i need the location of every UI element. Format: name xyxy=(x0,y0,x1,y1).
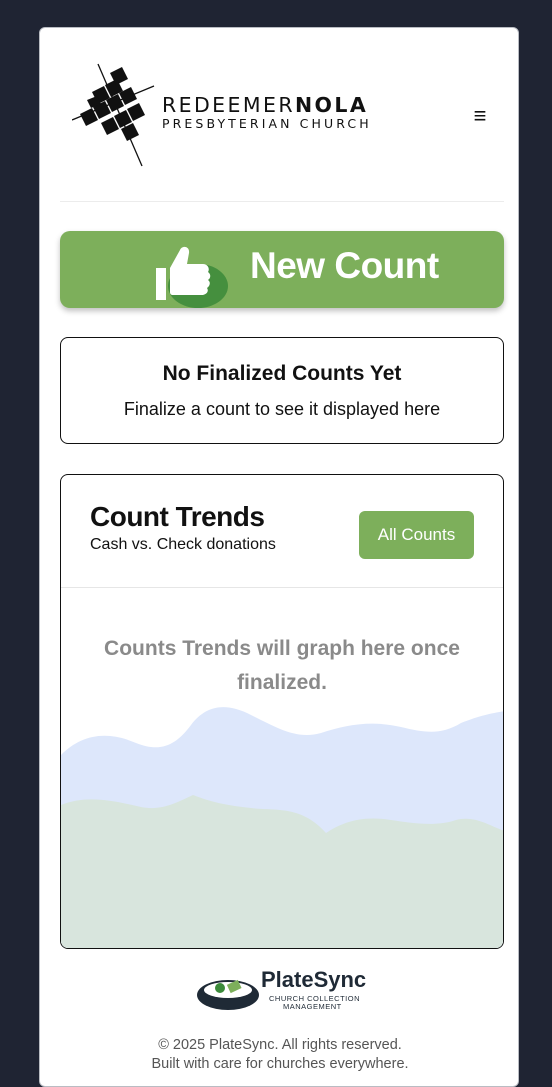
new-count-label: New Count xyxy=(250,245,439,286)
brand-name-bold: NOLA xyxy=(294,93,369,117)
platesync-logo-icon: PlateSync CHURCH COLLECTION MANAGEMENT xyxy=(197,967,366,1011)
trends-subtitle: Cash vs. Check donations xyxy=(90,536,276,553)
brand-name-light: REDEEMER xyxy=(162,93,295,117)
platesync-brand-name: PlateSync xyxy=(261,967,366,992)
new-count-button[interactable]: New Count xyxy=(60,231,504,308)
thumbs-up-icon xyxy=(156,246,228,308)
trends-title: Count Trends xyxy=(90,501,265,532)
platesync-tagline-2: MANAGEMENT xyxy=(283,1002,342,1011)
main-card: REDEEMERNOLA PRESBYTERIAN CHURCH ≡ New C… xyxy=(39,27,519,1087)
copyright-text: © 2025 PlateSync. All rights reserved. xyxy=(158,1037,402,1053)
header-divider xyxy=(60,201,504,202)
trend-wave-illustration xyxy=(61,707,503,948)
count-trends-panel: Count Trends Cash vs. Check donations Al… xyxy=(60,474,504,949)
empty-state-subtitle: Finalize a count to see it displayed her… xyxy=(123,399,441,419)
brand-text: REDEEMERNOLA PRESBYTERIAN CHURCH xyxy=(162,94,372,132)
trends-divider xyxy=(61,587,503,588)
empty-state-box: No Finalized Counts Yet Finalize a count… xyxy=(60,337,504,444)
header: REDEEMERNOLA PRESBYTERIAN CHURCH ≡ xyxy=(40,28,520,203)
empty-state-title: No Finalized Counts Yet xyxy=(162,362,402,385)
footer-tagline: Built with care for churches everywhere. xyxy=(151,1056,409,1072)
trends-placeholder: Counts Trends will graph here once final… xyxy=(104,637,460,694)
menu-icon[interactable]: ≡ xyxy=(464,100,496,132)
brand-subtitle: PRESBYTERIAN CHURCH xyxy=(162,116,372,131)
all-counts-button[interactable]: All Counts xyxy=(359,511,474,559)
